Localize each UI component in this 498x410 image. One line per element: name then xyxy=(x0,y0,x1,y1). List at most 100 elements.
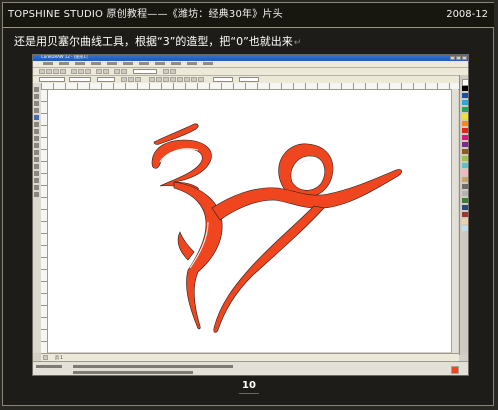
swatch-magenta[interactable] xyxy=(462,135,468,140)
polygon-tool-icon[interactable] xyxy=(34,143,39,148)
interactive-blend-tool-icon[interactable] xyxy=(34,164,39,169)
text-tool-icon[interactable] xyxy=(34,157,39,162)
smart-fill-tool-icon[interactable] xyxy=(34,122,39,127)
menu-bar xyxy=(33,61,468,68)
open-file-icon[interactable] xyxy=(46,69,52,74)
cusp-node-icon[interactable] xyxy=(184,77,190,82)
standard-toolbar xyxy=(33,68,468,76)
bezier-tool-icon[interactable] xyxy=(34,115,39,120)
menu-item-layout[interactable] xyxy=(91,62,101,65)
save-icon[interactable] xyxy=(53,69,59,74)
menu-item-window[interactable] xyxy=(187,62,197,65)
import-icon[interactable] xyxy=(114,69,120,74)
corel-online-icon[interactable] xyxy=(170,69,176,74)
page-number: 10 xyxy=(229,380,269,394)
swatch-light-gray[interactable] xyxy=(462,191,468,196)
symmetric-node-icon[interactable] xyxy=(198,77,204,82)
minimize-button[interactable] xyxy=(450,56,455,60)
outline-width-field[interactable] xyxy=(239,77,259,82)
swatch-gray[interactable] xyxy=(462,184,468,189)
shape-tool-icon[interactable] xyxy=(34,94,39,99)
swatch-blue[interactable] xyxy=(462,93,468,98)
swatch-brown[interactable] xyxy=(462,149,468,154)
object-x-field[interactable] xyxy=(39,77,65,82)
fill-indicator-icon[interactable] xyxy=(451,366,459,374)
node-add-icon[interactable] xyxy=(149,77,155,82)
swatch-cyan[interactable] xyxy=(462,100,468,105)
print-icon[interactable] xyxy=(60,69,66,74)
menu-item-file[interactable] xyxy=(43,62,53,65)
maximize-button[interactable] xyxy=(456,56,461,60)
menu-item-tools[interactable] xyxy=(171,62,181,65)
vertical-ruler[interactable] xyxy=(41,89,48,353)
swatch-black[interactable] xyxy=(462,86,468,91)
smooth-node-icon[interactable] xyxy=(191,77,197,82)
mirror-horizontal-icon[interactable] xyxy=(128,77,134,82)
zoom-tool-icon[interactable] xyxy=(34,108,39,113)
caption-text: 还是用贝塞尔曲线工具，根据“3”的造型，把“0”也就出来 xyxy=(14,35,293,48)
coreldraw-screenshot: CorelDRAW 12 - [图形1] 页 1 xyxy=(32,54,469,376)
menu-item-view[interactable] xyxy=(75,62,85,65)
menu-item-edit[interactable] xyxy=(59,62,69,65)
ellipse-tool-icon[interactable] xyxy=(34,136,39,141)
swatch-teal[interactable] xyxy=(462,163,468,168)
mirror-vertical-icon[interactable] xyxy=(135,77,141,82)
to-curve-icon[interactable] xyxy=(177,77,183,82)
eyedropper-tool-icon[interactable] xyxy=(34,171,39,176)
swatch-orange[interactable] xyxy=(462,121,468,126)
calligraphic-30-artwork[interactable] xyxy=(48,90,457,352)
node-delete-icon[interactable] xyxy=(156,77,162,82)
header-bar: TOPSHINE STUDIO 原创教程——《潍坊：经典30年》片头 2008-… xyxy=(3,3,494,28)
break-curve-icon[interactable] xyxy=(170,77,176,82)
swatch-white[interactable] xyxy=(462,79,468,86)
copy-icon[interactable] xyxy=(78,69,84,74)
export-icon[interactable] xyxy=(121,69,127,74)
new-file-icon[interactable] xyxy=(39,69,45,74)
swatch-dark-red[interactable] xyxy=(462,212,468,217)
fill-tool-icon[interactable] xyxy=(34,185,39,190)
menu-item-arrange[interactable] xyxy=(107,62,117,65)
swatch-sky[interactable] xyxy=(462,226,468,231)
swatch-beige[interactable] xyxy=(462,219,468,224)
rotate-icon[interactable] xyxy=(121,77,127,82)
object-size-field[interactable] xyxy=(69,77,91,82)
status-object-info xyxy=(73,371,193,374)
app-launcher-icon[interactable] xyxy=(163,69,169,74)
scale-field[interactable] xyxy=(97,77,115,82)
cut-icon[interactable] xyxy=(71,69,77,74)
paste-icon[interactable] xyxy=(85,69,91,74)
close-button[interactable] xyxy=(462,56,467,60)
drawing-canvas[interactable] xyxy=(48,90,457,352)
first-page-icon[interactable] xyxy=(43,355,48,360)
undo-icon[interactable] xyxy=(96,69,102,74)
vertical-scrollbar[interactable] xyxy=(451,89,458,353)
interactive-fill-tool-icon[interactable] xyxy=(34,192,39,197)
swatch-lime[interactable] xyxy=(462,156,468,161)
rectangle-tool-icon[interactable] xyxy=(34,129,39,134)
curve-smoothness-field[interactable] xyxy=(213,77,233,82)
color-palette xyxy=(459,75,468,355)
basic-shapes-tool-icon[interactable] xyxy=(34,150,39,155)
instruction-caption: 还是用贝塞尔曲线工具，根据“3”的造型，把“0”也就出来↵ xyxy=(14,33,301,49)
join-nodes-icon[interactable] xyxy=(163,77,169,82)
outline-tool-icon[interactable] xyxy=(34,178,39,183)
swatch-yellow[interactable] xyxy=(462,114,468,119)
swatch-dark-green[interactable] xyxy=(462,198,468,203)
swatch-navy[interactable] xyxy=(462,205,468,210)
swatch-purple[interactable] xyxy=(462,142,468,147)
paragraph-mark: ↵ xyxy=(293,38,302,48)
horizontal-ruler[interactable] xyxy=(41,83,459,90)
connecting-swash xyxy=(211,169,402,221)
menu-item-help[interactable] xyxy=(203,62,213,65)
swatch-tan[interactable] xyxy=(462,177,468,182)
swatch-red[interactable] xyxy=(462,128,468,133)
redo-icon[interactable] xyxy=(103,69,109,74)
swatch-green[interactable] xyxy=(462,107,468,112)
menu-item-text[interactable] xyxy=(155,62,165,65)
menu-item-effects[interactable] xyxy=(123,62,133,65)
swatch-pink[interactable] xyxy=(462,170,468,175)
crop-tool-icon[interactable] xyxy=(34,101,39,106)
zoom-level-field[interactable] xyxy=(133,69,157,74)
pick-tool-icon[interactable] xyxy=(34,87,39,92)
menu-item-bitmaps[interactable] xyxy=(139,62,149,65)
